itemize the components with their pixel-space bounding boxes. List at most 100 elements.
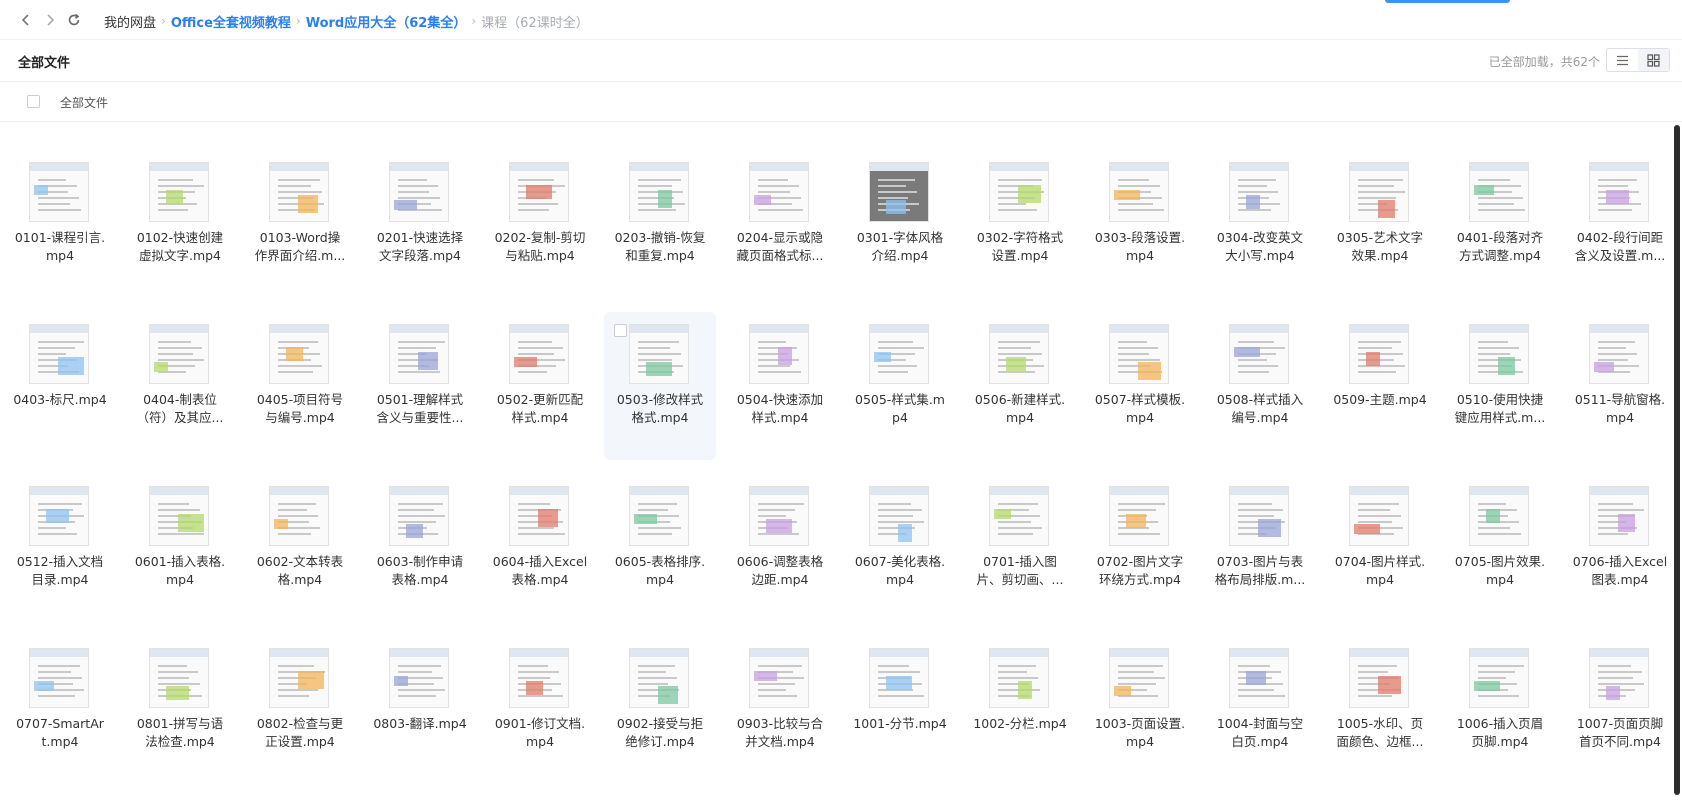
file-name: 0902-接受与拒 绝修订.mp4 — [604, 715, 716, 751]
file-tile[interactable]: 0302-字符格式 设置.mp4 — [964, 150, 1076, 298]
file-tile[interactable]: 0103-Word操 作界面介绍.m... — [244, 150, 356, 298]
file-name-line-1: 1004-封面与空 — [1216, 716, 1304, 731]
file-tile[interactable]: 0802-检查与更 正设置.mp4 — [244, 636, 356, 784]
file-tile[interactable]: 0512-插入文档 目录.mp4 — [4, 474, 116, 622]
file-tile[interactable]: 0504-快速添加 样式.mp4 — [724, 312, 836, 460]
file-name-line-1: 0403-标尺.mp4 — [13, 392, 107, 407]
file-tile[interactable]: 0502-更新匹配 样式.mp4 — [484, 312, 596, 460]
file-tile[interactable]: 0203-撤销-恢复 和重复.mp4 — [604, 150, 716, 298]
file-tile[interactable]: 0508-样式插入 编号.mp4 — [1204, 312, 1316, 460]
video-thumbnail — [1349, 324, 1409, 384]
file-tile[interactable]: 0606-调整表格 边距.mp4 — [724, 474, 836, 622]
file-name: 0511-导航窗格. mp4 — [1564, 391, 1676, 427]
file-tile[interactable]: 0604-插入Excel 表格.mp4 — [484, 474, 596, 622]
file-tile[interactable]: 0304-改变英文 大小写.mp4 — [1204, 150, 1316, 298]
file-tile[interactable]: 0404-制表位 （符）及其应... — [124, 312, 236, 460]
file-tile[interactable]: 0704-图片样式. mp4 — [1324, 474, 1436, 622]
file-tile[interactable]: 0803-翻译.mp4 — [364, 636, 476, 784]
file-tile[interactable]: 0204-显示或隐 藏页面格式标... — [724, 150, 836, 298]
file-name-line-1: 0508-样式插入 — [1216, 392, 1304, 407]
breadcrumb-item-office[interactable]: Office全套视频教程 — [171, 12, 291, 31]
file-name: 0605-表格排序. mp4 — [604, 553, 716, 589]
file-tile[interactable]: 0503-修改样式 格式.mp4 — [604, 312, 716, 460]
breadcrumb-item-word[interactable]: Word应用大全（62集全） — [306, 12, 467, 31]
video-thumbnail — [629, 162, 689, 222]
select-all-checkbox[interactable] — [27, 95, 40, 108]
file-tile[interactable]: 0305-艺术文字 效果.mp4 — [1324, 150, 1436, 298]
file-tile[interactable]: 0602-文本转表 格.mp4 — [244, 474, 356, 622]
file-tile[interactable]: 0202-复制-剪切 与粘贴.mp4 — [484, 150, 596, 298]
file-tile[interactable]: 1003-页面设置. mp4 — [1084, 636, 1196, 784]
video-thumbnail — [1109, 324, 1169, 384]
file-tile[interactable]: 0511-导航窗格. mp4 — [1564, 312, 1676, 460]
breadcrumb-root[interactable]: 我的网盘 — [104, 12, 156, 31]
file-tile[interactable]: 0801-拼写与语 法检查.mp4 — [124, 636, 236, 784]
file-tile[interactable]: 1005-水印、页 面颜色、边框... — [1324, 636, 1436, 784]
file-tile[interactable]: 0403-标尺.mp4 — [4, 312, 116, 460]
file-tile[interactable]: 0402-段行间距 含义及设置.m... — [1564, 150, 1676, 298]
file-name-line-1: 0301-字体风格 — [856, 230, 944, 245]
file-tile[interactable]: 1007-页面页脚 首页不同.mp4 — [1564, 636, 1676, 784]
file-name: 0508-样式插入 编号.mp4 — [1204, 391, 1316, 427]
file-tile[interactable]: 0401-段落对齐 方式调整.mp4 — [1444, 150, 1556, 298]
file-tile[interactable]: 0301-字体风格 介绍.mp4 — [844, 150, 956, 298]
file-tile[interactable]: 0501-理解样式 含义与重要性... — [364, 312, 476, 460]
file-tile[interactable]: 0101-课程引言. mp4 — [4, 150, 116, 298]
forward-arrow-icon[interactable] — [42, 12, 58, 28]
file-name: 0703-图片与表 格布局排版.m... — [1204, 553, 1316, 589]
file-tile[interactable]: 0903-比较与合 并文档.mp4 — [724, 636, 836, 784]
file-checkbox[interactable] — [614, 324, 627, 337]
file-name-line-2: 样式.mp4 — [751, 410, 809, 425]
refresh-icon[interactable] — [66, 12, 82, 28]
file-name: 0601-插入表格. mp4 — [124, 553, 236, 589]
file-tile[interactable]: 1006-插入页眉 页脚.mp4 — [1444, 636, 1556, 784]
file-name-line-1: 0501-理解样式 — [376, 392, 464, 407]
file-tile[interactable]: 0506-新建样式. mp4 — [964, 312, 1076, 460]
video-thumbnail — [1349, 486, 1409, 546]
vertical-scrollbar[interactable] — [1674, 125, 1680, 795]
file-tile[interactable]: 0707-SmartAr t.mp4 — [4, 636, 116, 784]
file-tile[interactable]: 0605-表格排序. mp4 — [604, 474, 716, 622]
back-arrow-icon[interactable] — [18, 12, 34, 28]
file-tile[interactable]: 0405-项目符号 与编号.mp4 — [244, 312, 356, 460]
file-tile[interactable]: 0705-图片效果. mp4 — [1444, 474, 1556, 622]
video-thumbnail — [389, 162, 449, 222]
file-tile[interactable]: 1001-分节.mp4 — [844, 636, 956, 784]
video-thumbnail — [1349, 648, 1409, 708]
video-thumbnail — [749, 486, 809, 546]
file-name-line-1: 1002-分栏.mp4 — [973, 716, 1067, 731]
file-tile[interactable]: 0702-图片文字 环绕方式.mp4 — [1084, 474, 1196, 622]
file-tile[interactable]: 0505-样式集.m p4 — [844, 312, 956, 460]
file-tile[interactable]: 0507-样式模板. mp4 — [1084, 312, 1196, 460]
file-name-line-1: 0703-图片与表 — [1216, 554, 1304, 569]
file-name-line-2: 大小写.mp4 — [1225, 248, 1295, 263]
file-tile[interactable]: 0706-插入Excel 图表.mp4 — [1564, 474, 1676, 622]
file-tile[interactable]: 1002-分栏.mp4 — [964, 636, 1076, 784]
file-name: 0301-字体风格 介绍.mp4 — [844, 229, 956, 265]
video-thumbnail — [869, 324, 929, 384]
video-thumbnail — [749, 324, 809, 384]
file-tile[interactable]: 0902-接受与拒 绝修订.mp4 — [604, 636, 716, 784]
file-name-line-1: 0705-图片效果. — [1454, 554, 1546, 569]
file-name-line-1: 1007-页面页脚 — [1576, 716, 1664, 731]
file-tile[interactable]: 0102-快速创建 虚拟文字.mp4 — [124, 150, 236, 298]
list-icon[interactable] — [1607, 49, 1638, 71]
file-tile[interactable]: 0601-插入表格. mp4 — [124, 474, 236, 622]
file-tile[interactable]: 0303-段落设置. mp4 — [1084, 150, 1196, 298]
file-tile[interactable]: 0509-主题.mp4 — [1324, 312, 1436, 460]
file-name-line-1: 0802-检查与更 — [256, 716, 344, 731]
file-tile[interactable]: 0201-快速选择 文字段落.mp4 — [364, 150, 476, 298]
file-tile[interactable]: 0901-修订文档. mp4 — [484, 636, 596, 784]
file-name-line-1: 0303-段落设置. — [1094, 230, 1186, 245]
grid-icon[interactable] — [1638, 49, 1669, 71]
file-name: 0604-插入Excel 表格.mp4 — [484, 553, 596, 589]
file-tile[interactable]: 0603-制作申请 表格.mp4 — [364, 474, 476, 622]
file-tile[interactable]: 0607-美化表格. mp4 — [844, 474, 956, 622]
file-name-line-2: 表格.mp4 — [511, 572, 569, 587]
file-tile[interactable]: 0701-插入图 片、剪切画、... — [964, 474, 1076, 622]
file-tile[interactable]: 0703-图片与表 格布局排版.m... — [1204, 474, 1316, 622]
video-thumbnail — [1589, 648, 1649, 708]
file-name-line-1: 0102-快速创建 — [136, 230, 224, 245]
file-tile[interactable]: 1004-封面与空 白页.mp4 — [1204, 636, 1316, 784]
file-tile[interactable]: 0510-使用快捷 键应用样式.m... — [1444, 312, 1556, 460]
